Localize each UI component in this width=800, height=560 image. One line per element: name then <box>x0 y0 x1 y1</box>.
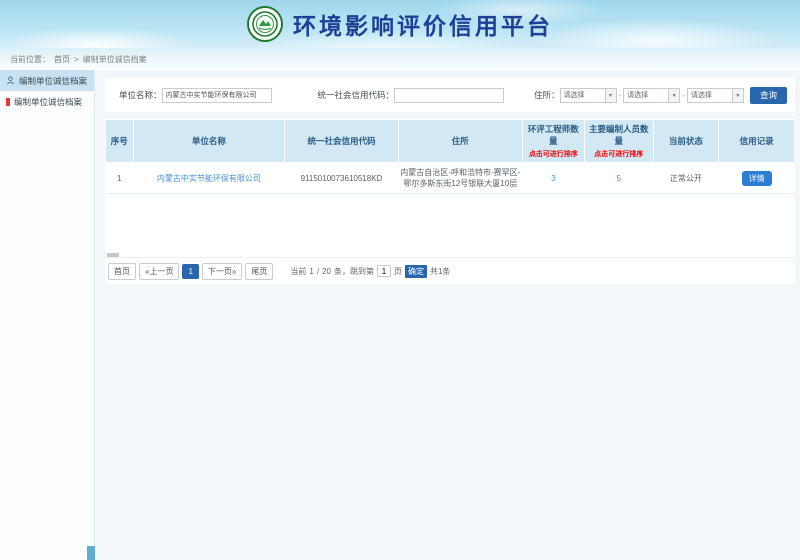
pagination-total: 共1条 <box>430 266 450 277</box>
city-select-value: 请选择 <box>624 90 668 100</box>
col-header-address: 住所 <box>398 120 522 163</box>
pagination-info: 当前 1 / 20 条，跳到第 页 确定 共1条 <box>290 265 450 278</box>
sidebar-item-label: 编制单位诚信档案 <box>14 96 82 108</box>
pagination-page-size: 20 <box>322 267 331 276</box>
results-table-panel: 序号 单位名称 统一社会信用代码 住所 环评工程师数量 点击可进行排序 主要编制… <box>105 119 795 284</box>
col-header-staff-count-sortable[interactable]: 主要编制人员数量 点击可进行排序 <box>584 120 653 163</box>
col-header-credit-record: 信用记录 <box>719 120 795 163</box>
pagination-jump-suffix: 页 <box>394 266 402 277</box>
query-button[interactable]: 查询 <box>750 87 787 104</box>
sidebar-scrollbar-thumb[interactable] <box>87 546 95 560</box>
chevron-down-icon: ▾ <box>605 89 616 102</box>
col-header-status: 当前状态 <box>653 120 718 163</box>
sidebar: 编制单位诚信档案 编制单位诚信档案 <box>0 70 95 560</box>
pagination-first-button[interactable]: 首页 <box>108 263 136 280</box>
horizontal-scrollbar-thumb[interactable] <box>107 253 119 257</box>
table-row: 1 内蒙古中实节能环保有限公司 9115010073610518KD 内蒙古自治… <box>106 163 795 194</box>
results-table: 序号 单位名称 统一社会信用代码 住所 环评工程师数量 点击可进行排序 主要编制… <box>105 119 795 194</box>
select-separator: - <box>619 91 622 100</box>
breadcrumb-home-link[interactable]: 首页 <box>54 54 70 65</box>
district-select[interactable]: 请选择 ▾ <box>687 88 744 103</box>
unit-name-link[interactable]: 内蒙古中实节能环保有限公司 <box>157 174 261 183</box>
select-separator: - <box>682 91 685 100</box>
credit-code-input[interactable] <box>394 88 504 103</box>
breadcrumb: 当前位置： 首页 > 编制单位诚信档案 <box>0 48 800 70</box>
breadcrumb-label: 当前位置： <box>10 54 50 65</box>
col-header-label: 主要编制人员数量 <box>589 124 649 146</box>
pagination-prev-button[interactable]: «上一页 <box>139 263 179 280</box>
pagination-next-button[interactable]: 下一页» <box>202 263 242 280</box>
app-header: 环境影响评价信用平台 <box>0 0 800 48</box>
pagination-current-label: 当前 <box>290 266 306 277</box>
col-header-label: 环评工程师数量 <box>528 124 579 146</box>
pagination: 首页 «上一页 1 下一页» 尾页 当前 1 / 20 条，跳到第 页 确定 共 <box>105 258 795 284</box>
engineer-count-link[interactable]: 3 <box>551 174 555 183</box>
col-header-credit-code: 统一社会信用代码 <box>285 120 399 163</box>
col-header-no: 序号 <box>106 120 134 163</box>
cell-status: 正常公开 <box>653 163 718 194</box>
chevron-down-icon: ▾ <box>668 89 679 102</box>
pagination-jump-input[interactable] <box>377 265 391 277</box>
pagination-jump-prefix: 条，跳到第 <box>334 266 374 277</box>
breadcrumb-current: 编制单位诚信档案 <box>83 54 147 65</box>
pagination-current-page: 1 <box>309 267 313 276</box>
unit-name-input[interactable] <box>162 88 272 103</box>
cell-address: 内蒙古自治区-呼和浩特市-赛罕区-鄂尔多斯东街12号银联大厦10层 <box>398 163 522 194</box>
pagination-page-separator: / <box>317 267 319 276</box>
search-panel: 单位名称： 统一社会信用代码： 住所： 请选择 ▾ - 请选择 ▾ - 请选择 … <box>105 78 795 112</box>
col-header-unit-name: 单位名称 <box>133 120 285 163</box>
sort-hint: 点击可进行排序 <box>586 149 652 159</box>
sort-hint: 点击可进行排序 <box>524 149 583 159</box>
pagination-page-1[interactable]: 1 <box>182 264 198 279</box>
table-empty-area <box>105 194 795 252</box>
pagination-last-button[interactable]: 尾页 <box>245 263 273 280</box>
main-content: 单位名称： 统一社会信用代码： 住所： 请选择 ▾ - 请选择 ▾ - 请选择 … <box>95 70 800 560</box>
address-label: 住所： <box>534 89 560 101</box>
page-title: 环境影响评价信用平台 <box>293 7 553 41</box>
breadcrumb-separator: > <box>74 55 79 64</box>
pagination-confirm-button[interactable]: 确定 <box>405 265 427 278</box>
mee-logo-icon <box>247 6 283 42</box>
staff-count-link[interactable]: 5 <box>617 174 621 183</box>
horizontal-scrollbar[interactable] <box>105 252 795 258</box>
broken-image-icon <box>6 98 10 106</box>
city-select[interactable]: 请选择 ▾ <box>623 88 680 103</box>
chevron-down-icon: ▾ <box>732 89 743 102</box>
sidebar-item-label: 编制单位诚信档案 <box>19 75 87 87</box>
page: 环境影响评价信用平台 当前位置： 首页 > 编制单位诚信档案 编制单位诚信档案 … <box>0 0 800 560</box>
unit-name-label: 单位名称： <box>119 89 162 101</box>
body: 编制单位诚信档案 编制单位诚信档案 单位名称： 统一社会信用代码： 住所： 请选… <box>0 70 800 560</box>
sidebar-item-credit-archive-active[interactable]: 编制单位诚信档案 <box>0 70 94 91</box>
user-icon <box>6 76 15 85</box>
credit-code-label: 统一社会信用代码： <box>318 89 395 101</box>
table-header-row: 序号 单位名称 统一社会信用代码 住所 环评工程师数量 点击可进行排序 主要编制… <box>106 120 795 163</box>
province-select-value: 请选择 <box>561 90 605 100</box>
cell-credit-code: 9115010073610518KD <box>285 163 399 194</box>
cell-no: 1 <box>106 163 134 194</box>
detail-button[interactable]: 详情 <box>742 171 772 186</box>
district-select-value: 请选择 <box>688 90 732 100</box>
col-header-engineer-count-sortable[interactable]: 环评工程师数量 点击可进行排序 <box>522 120 584 163</box>
province-select[interactable]: 请选择 ▾ <box>560 88 617 103</box>
sidebar-item-credit-archive[interactable]: 编制单位诚信档案 <box>0 91 94 112</box>
